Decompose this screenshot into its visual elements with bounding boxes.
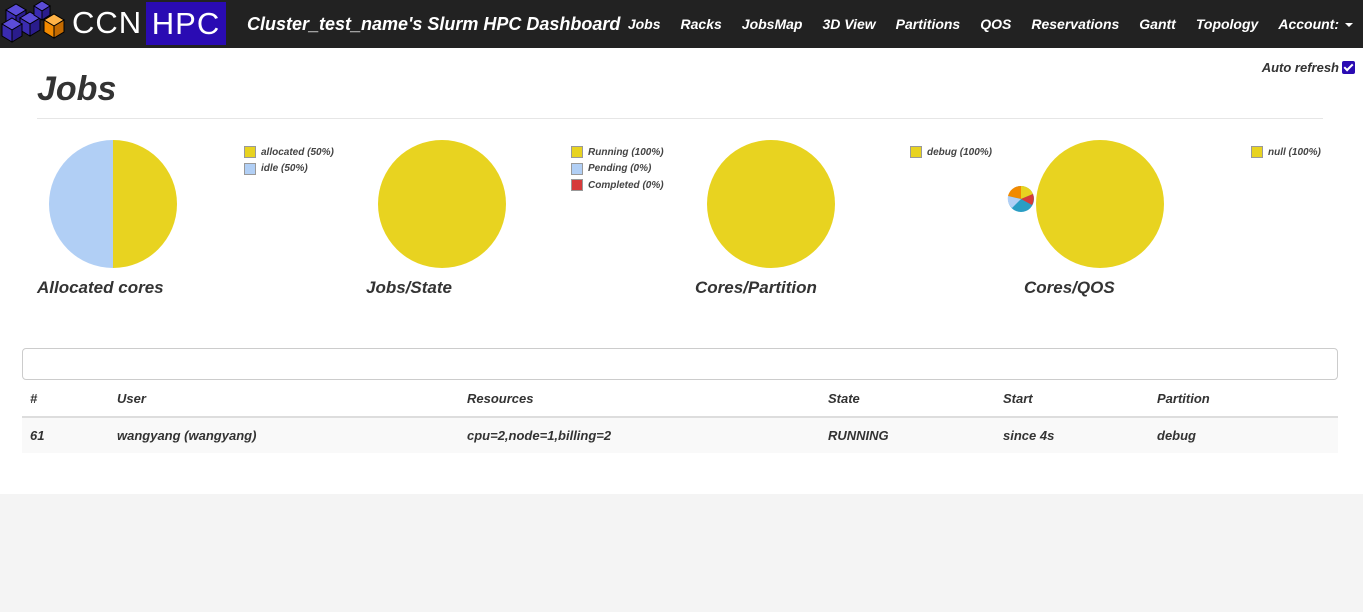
pie-cores-qos <box>1036 140 1164 268</box>
nav-racks[interactable]: Racks <box>671 0 732 48</box>
legend-label: debug (100%) <box>927 146 993 158</box>
cell-start: since 4s <box>995 416 1149 453</box>
legend-label: Completed (0%) <box>588 179 664 191</box>
legend-swatch <box>571 179 583 192</box>
column-header-start[interactable]: Start <box>995 381 1149 418</box>
page-title: Jobs <box>37 70 117 108</box>
column-header-id[interactable]: # <box>22 381 109 418</box>
pie-slice-null[interactable] <box>1036 140 1164 268</box>
legend-swatch <box>1251 146 1263 159</box>
cell-partition: debug <box>1149 416 1338 453</box>
cell-resources: cpu=2,node=1,billing=2 <box>459 416 820 453</box>
legend-item: Running (100%) <box>571 144 664 161</box>
cell-job-id[interactable]: 61 <box>22 416 109 453</box>
pie-slice-running[interactable] <box>378 140 506 268</box>
cubes-logo-icon <box>1 0 65 43</box>
legend-label: Pending (0%) <box>588 163 652 175</box>
legend-cores-qos: null (100%) <box>1251 144 1321 161</box>
table-row[interactable]: 61 wangyang (wangyang) cpu=2,node=1,bill… <box>22 416 1338 453</box>
nav-3d-view[interactable]: 3D View <box>812 0 885 48</box>
table-header-row: # User Resources State Start Partition <box>22 381 1338 418</box>
pie-cores-partition <box>707 140 835 268</box>
chart-cores-qos: null (100%) Cores/QOS <box>1007 138 1354 308</box>
pie-slice-allocated[interactable] <box>113 140 177 268</box>
cell-user: wangyang (wangyang) <box>109 416 459 453</box>
auto-refresh-checkbox[interactable] <box>1342 61 1355 74</box>
nav-reservations[interactable]: Reservations <box>1021 0 1129 48</box>
legend-swatch <box>571 162 583 175</box>
chart-label: Allocated cores <box>37 278 164 297</box>
legend-label: idle (50%) <box>261 163 308 175</box>
loading-spinner-icon <box>1007 185 1034 212</box>
legend-item: debug (100%) <box>910 144 992 161</box>
chart-allocated-cores: allocated (50%) idle (50%) Allocated core… <box>37 138 367 308</box>
brand-hpc[interactable]: HPC <box>146 2 226 45</box>
column-header-user[interactable]: User <box>109 381 459 418</box>
legend-swatch <box>910 146 922 159</box>
legend-item: null (100%) <box>1251 144 1321 161</box>
chart-jobs-state: Running (100%) Pending (0%) Completed (0%)… <box>366 138 696 308</box>
legend-label: Running (100%) <box>588 146 664 158</box>
legend-cores-partition: debug (100%) <box>910 144 992 161</box>
legend-item: Pending (0%) <box>571 161 664 178</box>
nav-jobsmap[interactable]: JobsMap <box>732 0 813 48</box>
jobs-table: # User Resources State Start Partition 6… <box>22 381 1338 453</box>
account-dropdown[interactable]: Account: <box>1268 0 1363 48</box>
nav-links: Jobs Racks JobsMap 3D View Partitions QO… <box>618 0 1363 48</box>
nav-gantt[interactable]: Gantt <box>1129 0 1186 48</box>
legend-jobs-state: Running (100%) Pending (0%) Completed (0%) <box>571 144 664 194</box>
nav-topology[interactable]: Topology <box>1186 0 1268 48</box>
nav-jobs[interactable]: Jobs <box>618 0 671 48</box>
pie-allocated-cores <box>49 140 177 268</box>
filter-input[interactable] <box>22 348 1338 380</box>
chart-label: Cores/Partition <box>695 278 817 297</box>
legend-swatch <box>244 162 256 175</box>
legend-allocated-cores: allocated (50%) idle (50%) <box>244 144 334 177</box>
pie-slice-idle[interactable] <box>49 140 113 268</box>
title-divider <box>37 118 1323 119</box>
cell-state: RUNNING <box>820 416 995 453</box>
legend-swatch <box>244 146 256 159</box>
auto-refresh-label: Auto refresh <box>1261 60 1339 75</box>
legend-item: allocated (50%) <box>244 144 334 161</box>
navbar: CCN HPC Cluster_test_name's Slurm HPC Da… <box>0 0 1363 48</box>
pie-slice-debug[interactable] <box>707 140 835 268</box>
account-label: Account: <box>1278 16 1339 32</box>
legend-label: allocated (50%) <box>261 146 334 158</box>
nav-qos[interactable]: QOS <box>970 0 1021 48</box>
dashboard-title: Cluster_test_name's Slurm HPC Dashboard <box>247 14 621 34</box>
chart-cores-partition: debug (100%) Cores/Partition <box>695 138 1025 308</box>
auto-refresh-toggle[interactable]: Auto refresh <box>1262 60 1355 75</box>
pie-jobs-state <box>378 140 506 268</box>
legend-item: Completed (0%) <box>571 177 664 194</box>
column-header-partition[interactable]: Partition <box>1149 381 1338 418</box>
column-header-state[interactable]: State <box>820 381 995 418</box>
chart-label: Jobs/State <box>366 278 452 297</box>
column-header-resources[interactable]: Resources <box>459 381 820 418</box>
nav-partitions[interactable]: Partitions <box>886 0 971 48</box>
chart-label: Cores/QOS <box>1024 278 1115 297</box>
main-content: Jobs Auto refresh allocated (50%) idle (5… <box>0 48 1363 494</box>
legend-swatch <box>571 146 583 159</box>
brand-ccn[interactable]: CCN <box>72 5 142 41</box>
legend-item: idle (50%) <box>244 161 334 178</box>
legend-label: null (100%) <box>1268 146 1321 158</box>
caret-down-icon <box>1345 23 1353 28</box>
